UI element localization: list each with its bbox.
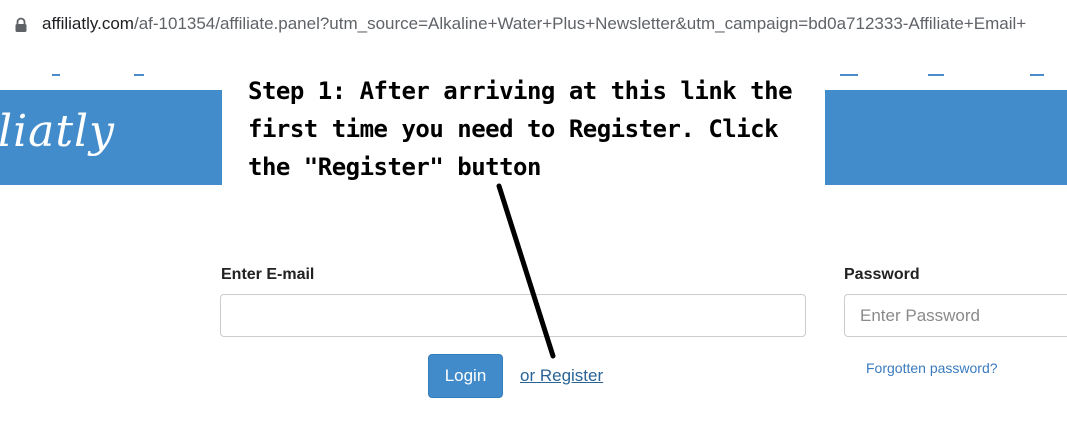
forgot-password-link[interactable]: Forgotten password? — [866, 360, 998, 376]
register-link[interactable]: or Register — [520, 366, 603, 386]
nav-fragment — [928, 74, 944, 76]
nav-fragment — [840, 74, 858, 76]
nav-fragment — [52, 74, 60, 76]
url-domain: affiliatly.com — [42, 14, 134, 33]
page: affiliatly.com/af-101354/affiliate.panel… — [0, 0, 1067, 430]
address-bar[interactable]: affiliatly.com/af-101354/affiliate.panel… — [0, 0, 1067, 56]
email-label: Enter E-mail — [221, 266, 315, 283]
annotation-text: Step 1: After arriving at this link the … — [248, 72, 808, 186]
site-logo[interactable]: liatly — [0, 106, 115, 157]
header-banner-right — [825, 90, 1067, 185]
login-button[interactable]: Login — [428, 354, 503, 398]
url-text[interactable]: affiliatly.com/af-101354/affiliate.panel… — [42, 14, 1026, 34]
annotation-line: first time you need to Register. Click — [248, 115, 779, 143]
nav-fragment — [1030, 74, 1044, 76]
annotation-line: Step 1: After arriving at this link the — [248, 77, 793, 105]
url-path: /af-101354/affiliate.panel?utm_source=Al… — [133, 14, 1027, 33]
password-label: Password — [844, 266, 920, 283]
annotation-line: the "Register" button — [248, 153, 541, 181]
password-field[interactable] — [844, 294, 1067, 337]
email-field[interactable] — [220, 294, 806, 337]
lock-icon — [15, 17, 27, 32]
nav-fragment — [134, 74, 144, 76]
